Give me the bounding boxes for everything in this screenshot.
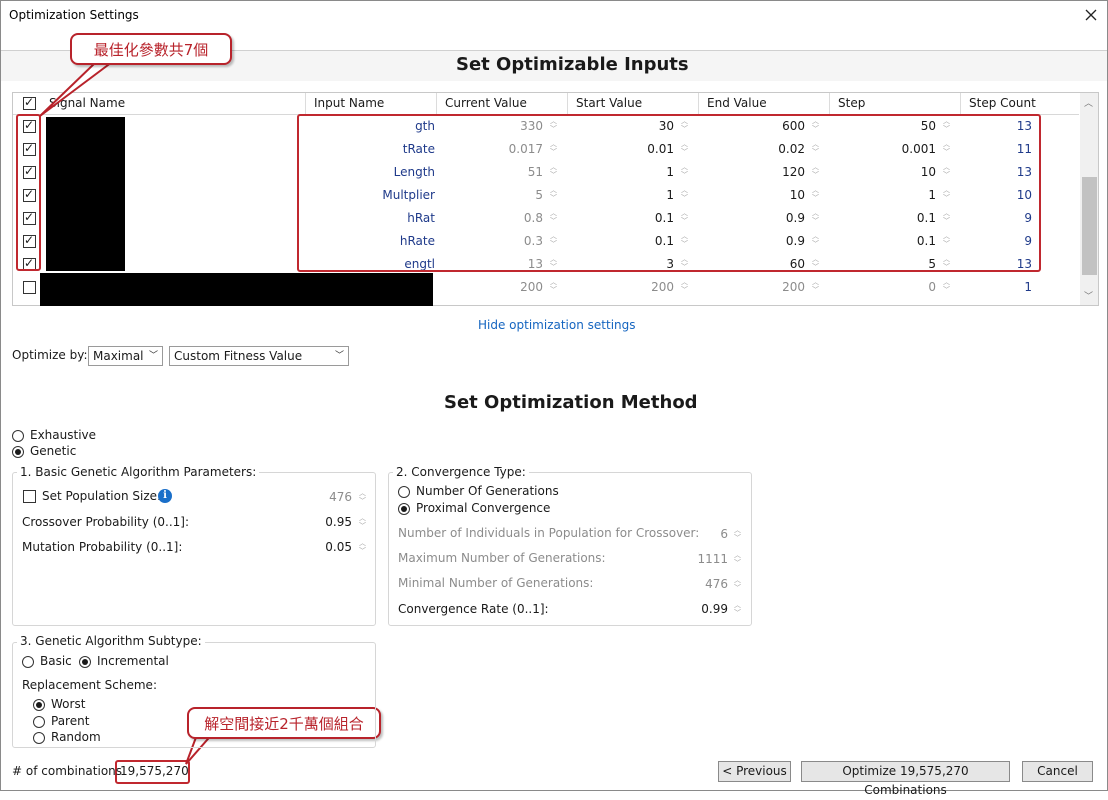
population-checkbox[interactable] bbox=[23, 490, 36, 503]
optimize-mode-value: Maximal bbox=[93, 349, 144, 363]
genetic-radio[interactable] bbox=[12, 446, 24, 458]
max-gen-value: 1111 bbox=[697, 552, 728, 566]
replacement-label: Replacement Scheme: bbox=[22, 678, 157, 692]
params-callout: 最佳化參數共7個 bbox=[70, 33, 232, 65]
population-label[interactable]: Set Population Size: bbox=[42, 489, 161, 503]
crossover-spinner[interactable]: ︿ ﹀ bbox=[358, 514, 367, 532]
random-label[interactable]: Random bbox=[51, 730, 101, 744]
basic-label[interactable]: Basic bbox=[40, 654, 72, 668]
individuals-value: 6 bbox=[720, 527, 728, 541]
worst-label[interactable]: Worst bbox=[51, 697, 85, 711]
worst-radio[interactable] bbox=[33, 699, 45, 711]
previous-button[interactable]: < Previous bbox=[718, 761, 791, 782]
min-gen-label: Minimal Number of Generations: bbox=[398, 576, 594, 590]
optimize-by-label: Optimize by: bbox=[12, 348, 88, 362]
mutation-value[interactable]: 0.05 bbox=[300, 540, 352, 554]
convergence-title: 2. Convergence Type: bbox=[393, 465, 529, 479]
max-gen-spinner: ︿ ﹀ bbox=[734, 551, 741, 567]
mutation-label: Mutation Probability (0..1]: bbox=[22, 540, 183, 554]
optimize-target-value: Custom Fitness Value bbox=[174, 349, 303, 363]
info-icon[interactable]: i bbox=[158, 489, 172, 503]
optimize-target-select[interactable]: Custom Fitness Value ﹀ bbox=[169, 346, 349, 366]
population-value: 476 bbox=[329, 490, 352, 504]
chevron-down-icon: ﹀ bbox=[148, 351, 158, 361]
mutation-spinner[interactable]: ︿ ﹀ bbox=[358, 539, 367, 557]
exhaustive-radio[interactable] bbox=[12, 430, 24, 442]
combinations-value: 19,575,270 bbox=[120, 764, 189, 778]
proximal-label[interactable]: Proximal Convergence bbox=[416, 501, 550, 515]
max-gen-label: Maximum Number of Generations: bbox=[398, 551, 606, 565]
method-section-title: Set Optimization Method bbox=[444, 392, 698, 413]
individuals-label: Number of Individuals in Population for … bbox=[398, 526, 700, 540]
incremental-radio[interactable] bbox=[79, 656, 91, 668]
individuals-spinner: ︿ ﹀ bbox=[734, 526, 741, 542]
basic-radio[interactable] bbox=[22, 656, 34, 668]
cancel-button[interactable]: Cancel bbox=[1022, 761, 1093, 782]
random-radio[interactable] bbox=[33, 732, 45, 744]
subtype-title: 3. Genetic Algorithm Subtype: bbox=[17, 634, 205, 648]
population-spinner: ︿ ﹀ bbox=[359, 489, 366, 505]
rate-spinner[interactable]: ︿ ﹀ bbox=[733, 601, 742, 619]
min-gen-value: 476 bbox=[705, 577, 728, 591]
chevron-down-icon: ﹀ bbox=[334, 351, 344, 361]
combinations-label: # of combinations bbox=[12, 764, 123, 778]
crossover-label: Crossover Probability (0..1]: bbox=[22, 515, 190, 529]
incremental-label[interactable]: Incremental bbox=[97, 654, 169, 668]
exhaustive-label[interactable]: Exhaustive bbox=[30, 428, 96, 442]
optimize-button[interactable]: Optimize 19,575,270 Combinations bbox=[801, 761, 1010, 797]
parent-label[interactable]: Parent bbox=[51, 714, 89, 728]
generations-radio[interactable] bbox=[398, 486, 410, 498]
parent-radio[interactable] bbox=[33, 716, 45, 728]
rate-value[interactable]: 0.99 bbox=[680, 602, 728, 616]
generations-label[interactable]: Number Of Generations bbox=[416, 484, 559, 498]
proximal-radio[interactable] bbox=[398, 503, 410, 515]
rate-label: Convergence Rate (0..1]: bbox=[398, 602, 549, 616]
hide-settings-link[interactable]: Hide optimization settings bbox=[478, 318, 636, 332]
crossover-value[interactable]: 0.95 bbox=[300, 515, 352, 529]
min-gen-spinner: ︿ ﹀ bbox=[734, 576, 741, 592]
optimize-mode-select[interactable]: Maximal ﹀ bbox=[88, 346, 163, 366]
genetic-label[interactable]: Genetic bbox=[30, 444, 76, 458]
basic-params-title: 1. Basic Genetic Algorithm Parameters: bbox=[17, 465, 260, 479]
